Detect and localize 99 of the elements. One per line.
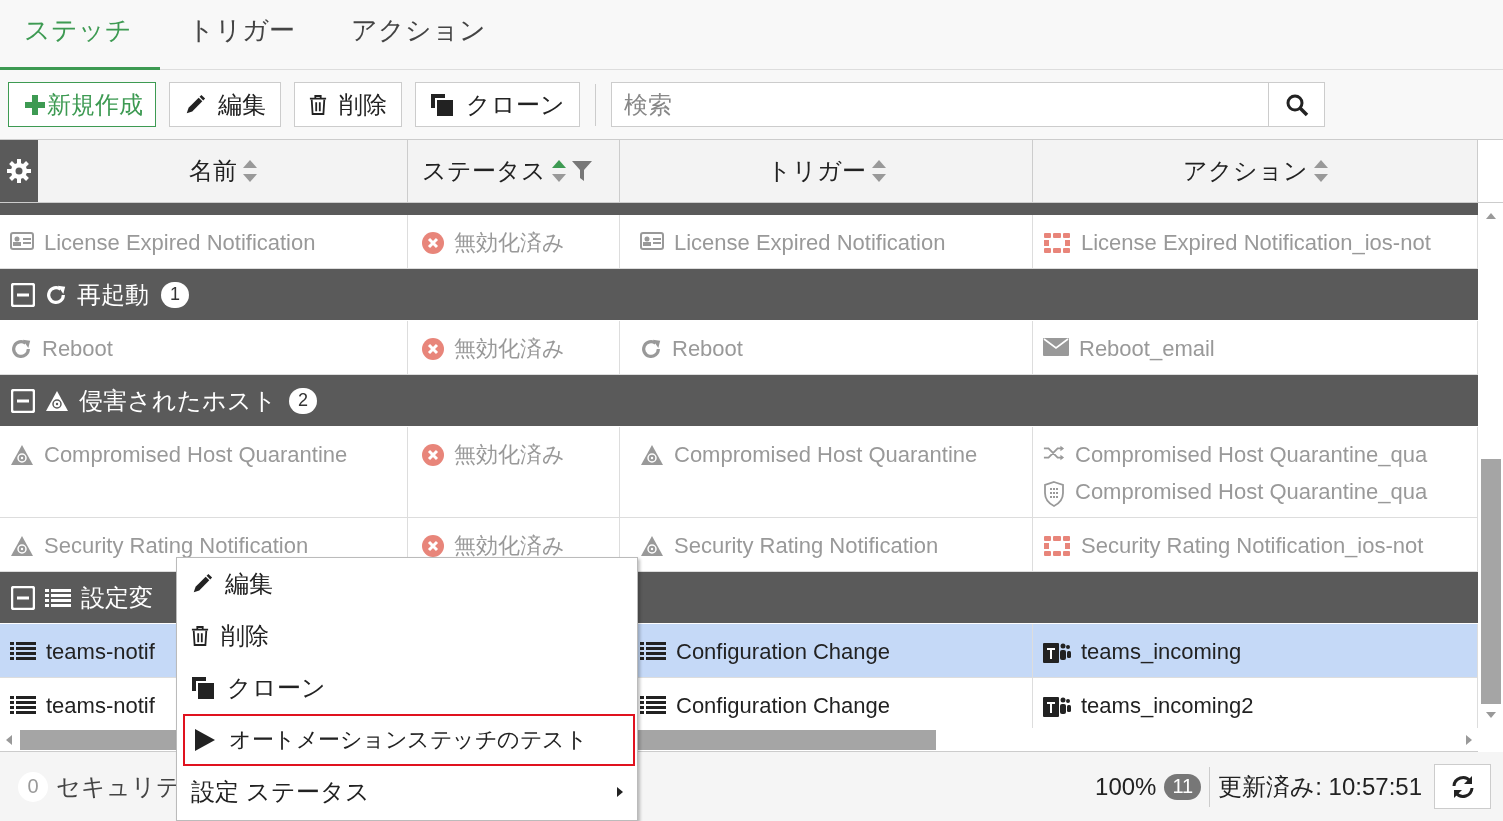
id-card-icon (10, 232, 34, 250)
settings-icon (7, 159, 31, 183)
biohazard-triangle-icon (45, 389, 69, 412)
copy-icon (191, 676, 215, 700)
shuffle-icon (1043, 444, 1065, 462)
table-cell-text: Security Rating Notification (44, 532, 309, 560)
last-updated: 更新済み: 10:57:51 (1218, 771, 1422, 802)
search-field[interactable]: 検索 (611, 82, 1269, 127)
column-header[interactable]: トリガー (620, 140, 1033, 202)
table-cell-text: License Expired Notification (44, 229, 316, 257)
scroll-up-icon[interactable] (1485, 213, 1496, 219)
collapse-icon[interactable] (11, 388, 35, 413)
list-icon (45, 587, 71, 608)
grid-square-icon (1043, 232, 1071, 254)
caret-icon (617, 787, 623, 797)
error-circle-icon (422, 232, 444, 254)
search-icon (1284, 92, 1309, 117)
count-badge: 11 (1164, 773, 1202, 800)
count-badge: 2 (289, 387, 317, 414)
group-title: 設定変 (81, 582, 153, 613)
table-cell-text: teams_incoming2 (1081, 692, 1254, 720)
list-icon (10, 695, 36, 715)
toolbar-button[interactable]: 削除 (294, 82, 402, 127)
table-cell-text: 無効化済み (454, 441, 565, 469)
count-badge: 0 (18, 771, 48, 802)
table-cell-text: teams_incoming (1081, 638, 1242, 666)
pencil-icon (184, 93, 206, 116)
table-cell-text: Security Rating Notification (674, 532, 939, 560)
copy-icon (430, 92, 454, 117)
table-cell-text: Reboot (42, 335, 113, 363)
table-cell-text: 無効化済み (454, 532, 565, 560)
table-cell-text: 無効化済み (454, 229, 565, 257)
collapse-icon[interactable] (11, 585, 35, 610)
column-header[interactable]: 名前 (38, 140, 408, 202)
table-cell-text: teams-notif (46, 638, 155, 666)
table-cell-text: Compromised Host Quarantine (44, 441, 348, 469)
collapse-icon[interactable] (11, 282, 35, 307)
biohazard-triangle-icon (640, 444, 664, 466)
table-cell-text: Compromised Host Quarantine (674, 441, 978, 469)
zoom-level: 100% (1095, 772, 1157, 801)
toolbar-button[interactable]: 新規作成 (8, 82, 156, 127)
sort-icon[interactable] (871, 160, 886, 182)
column-header[interactable]: アクション (1033, 140, 1478, 202)
biohazard-triangle-icon (640, 535, 664, 557)
column-header[interactable]: ステータス (408, 140, 620, 202)
shield-icon (1043, 481, 1065, 507)
trash-icon (191, 625, 209, 647)
table-cell-text: 無効化済み (454, 335, 565, 363)
biohazard-triangle-icon (10, 535, 34, 557)
teams-logo-icon (1043, 641, 1071, 665)
error-circle-icon (422, 338, 444, 360)
refresh-icon (10, 338, 32, 360)
table-cell-text: License Expired Notification_ios-not (1081, 229, 1431, 257)
grid-square-icon (1043, 535, 1071, 557)
count-badge: 1 (161, 281, 189, 308)
menu-item[interactable]: オートメーションステッチのテスト (183, 714, 635, 766)
refresh-icon (640, 338, 662, 360)
table-cell-text: Security Rating Notification_ios-not (1081, 532, 1424, 560)
table-cell-text: License Expired Notification (674, 229, 946, 257)
list-icon (10, 641, 36, 661)
toolbar-button[interactable]: 編集 (169, 82, 281, 127)
pencil-icon (191, 573, 213, 595)
scroll-down-icon[interactable] (1485, 712, 1496, 718)
biohazard-triangle-icon (10, 444, 34, 466)
error-circle-icon (422, 444, 444, 466)
scrollbar-thumb[interactable] (1480, 459, 1501, 704)
sort-icon[interactable] (552, 160, 566, 182)
list-icon (640, 695, 666, 715)
table-cell-text: Compromised Host Quarantine_qua (1075, 478, 1428, 506)
column-settings-button[interactable] (0, 140, 38, 202)
table-cell-text: teams-notif (46, 692, 155, 720)
tab[interactable]: トリガー (164, 0, 323, 70)
table-cell-text: Compromised Host Quarantine_qua (1075, 441, 1428, 469)
search-button[interactable] (1268, 82, 1325, 127)
sort-icon[interactable] (242, 160, 257, 182)
group-header[interactable]: 侵害されたホスト 2 (0, 375, 1478, 427)
plus-icon (25, 94, 45, 115)
scroll-right-icon[interactable] (1466, 734, 1472, 745)
table-cell-text: Reboot (672, 335, 743, 363)
trash-icon (309, 93, 327, 116)
table-cell-text: Configuration Change (676, 638, 891, 666)
tab[interactable]: アクション (327, 0, 514, 70)
group-title: 再起動 (77, 279, 149, 310)
table-cell-text: Configuration Change (676, 692, 891, 720)
refresh-icon (1450, 774, 1475, 799)
sort-icon[interactable] (1313, 160, 1328, 182)
toolbar-button[interactable]: クローン (415, 82, 580, 127)
filter-icon[interactable] (572, 161, 592, 181)
group-header[interactable]: 再起動 1 (0, 269, 1478, 321)
table-cell-text: Reboot_email (1079, 335, 1215, 363)
list-icon (640, 641, 666, 661)
play-icon (195, 729, 215, 751)
envelope-icon (1043, 338, 1069, 356)
id-card-icon (640, 232, 664, 250)
scroll-left-icon[interactable] (6, 734, 12, 745)
refresh-icon (45, 283, 67, 306)
refresh-button[interactable] (1434, 764, 1491, 809)
teams-logo-icon (1043, 695, 1071, 719)
group-title: 侵害されたホスト (79, 385, 277, 416)
